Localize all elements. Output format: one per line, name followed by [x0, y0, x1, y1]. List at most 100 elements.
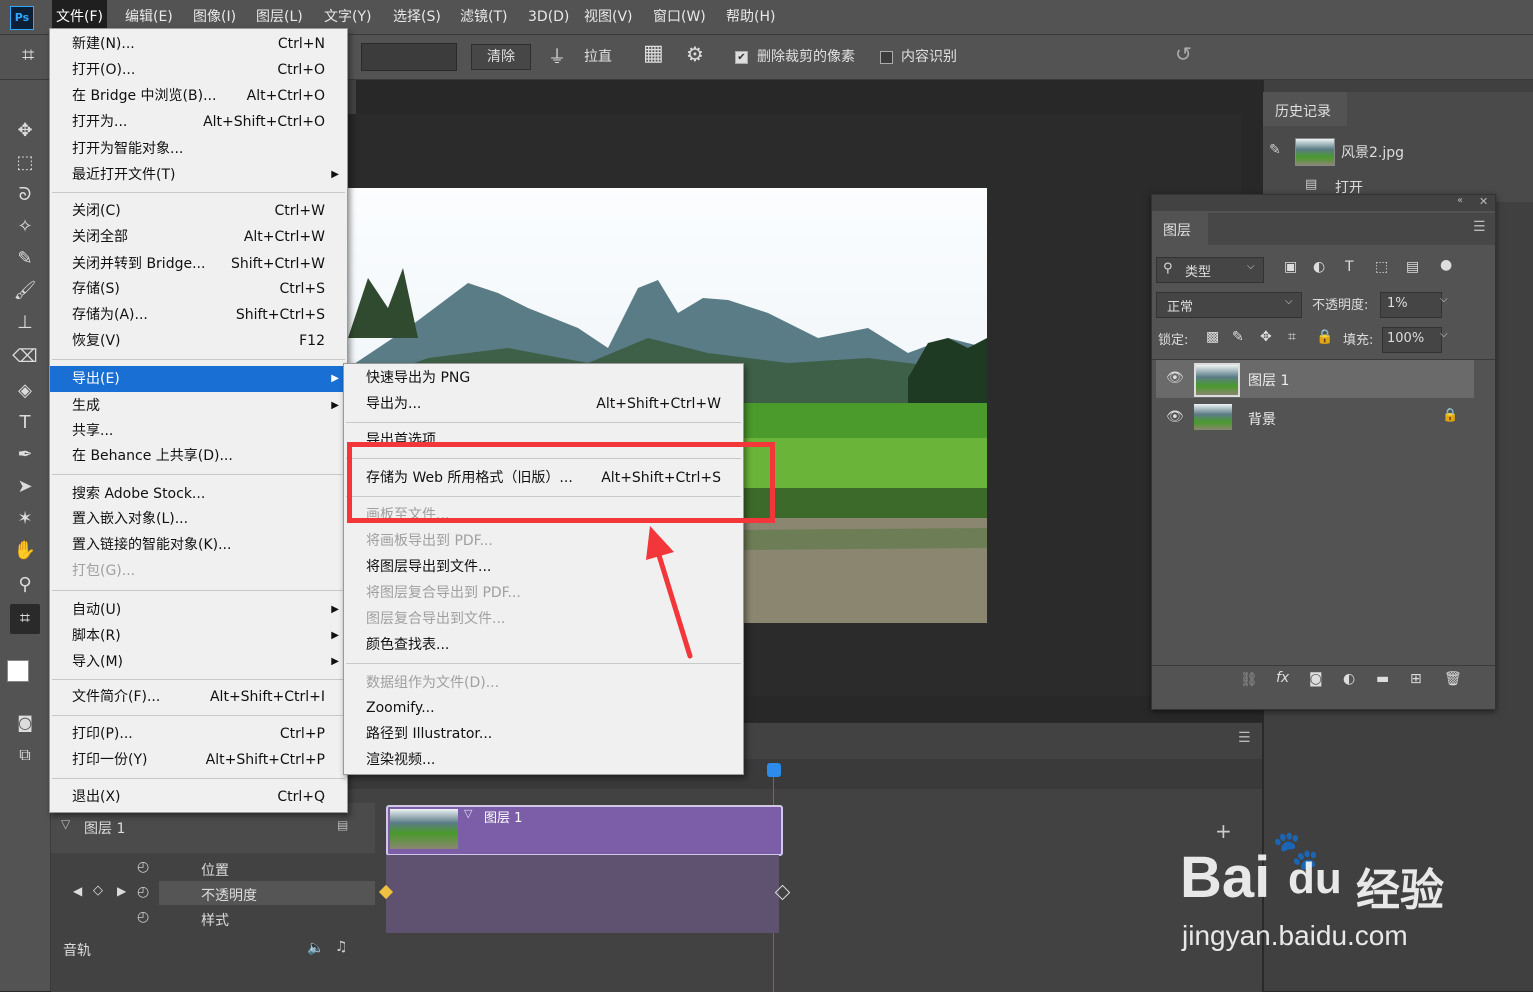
collapse-icon[interactable]: «	[1457, 195, 1463, 206]
menu-item-print-one[interactable]: 打印一份(Y) Alt+Shift+Ctrl+P	[50, 747, 347, 773]
mask-icon[interactable]: ◙	[1309, 671, 1323, 687]
visibility-eye-icon[interactable]: 👁	[1166, 370, 1184, 386]
menu-item-place-linked[interactable]: 置入链接的智能对象(K)...	[50, 532, 347, 558]
smart-object-filter-icon[interactable]: ▤	[1406, 259, 1419, 275]
opacity-field[interactable]: 1%	[1380, 292, 1442, 318]
layer-row-background[interactable]: 👁 背景 🔒	[1156, 399, 1474, 437]
next-keyframe-icon[interactable]: ▶	[117, 884, 126, 898]
type-tool-icon[interactable]: T	[10, 408, 40, 438]
menu-item-share[interactable]: 共享...	[50, 418, 347, 444]
history-brush-icon[interactable]: ✎	[1269, 142, 1281, 158]
screen-mode-icon[interactable]: ⧉	[10, 740, 40, 770]
quick-mask-icon[interactable]: ◙	[10, 708, 40, 738]
content-aware-checkbox[interactable]	[880, 51, 893, 64]
playhead-handle[interactable]	[767, 763, 781, 777]
menu-item-zoomify[interactable]: Zoomify...	[344, 695, 743, 721]
move-tool-icon[interactable]: ✥	[10, 116, 40, 146]
layers-panel-titlebar[interactable]: « ✕	[1152, 195, 1495, 211]
shape-filter-icon[interactable]: ⬚	[1375, 259, 1388, 275]
menu-item-save[interactable]: 存储(S) Ctrl+S	[50, 276, 347, 302]
menu-item-quick-export-png[interactable]: 快速导出为 PNG	[344, 365, 743, 391]
link-icon[interactable]: ⛓	[1240, 672, 1258, 688]
menu-item-scripts[interactable]: 脚本(R) ▶	[50, 623, 347, 649]
adjustment-filter-icon[interactable]: ◐	[1313, 259, 1325, 275]
fill-field[interactable]: 100%	[1382, 327, 1442, 353]
blend-mode-select[interactable]: 正常 ⌵	[1156, 292, 1302, 318]
brush-tool-icon[interactable]: 🖌	[10, 276, 40, 306]
visibility-eye-icon[interactable]: 👁	[1166, 409, 1184, 425]
path-select-icon[interactable]: ➤	[10, 472, 40, 502]
marquee-tool-icon[interactable]: ⬚	[10, 148, 40, 178]
folder-icon[interactable]: ▬	[1376, 671, 1389, 687]
grid-overlay-icon[interactable]: ▦	[643, 41, 664, 66]
chevron-down-icon[interactable]: ▽	[61, 817, 70, 831]
reset-icon[interactable]: ↺	[1175, 42, 1192, 66]
layer-row-layer1[interactable]: 👁 图层 1	[1156, 360, 1474, 398]
clear-button[interactable]: 清除	[471, 44, 531, 70]
speaker-icon[interactable]: 🔈	[307, 940, 324, 956]
delete-cropped-checkbox[interactable]: ✔	[735, 51, 748, 64]
close-icon[interactable]: ✕	[1479, 195, 1488, 208]
menu-item-exit[interactable]: 退出(X) Ctrl+Q	[50, 784, 347, 810]
layers-tab[interactable]: 图层	[1152, 213, 1209, 245]
panel-menu-icon[interactable]: ☰	[1473, 219, 1486, 235]
opacity-dropdown-icon[interactable]: ⌵	[1440, 294, 1448, 305]
lock-pixels-icon[interactable]: ✎	[1232, 329, 1244, 345]
menu-window[interactable]: 窗口(W)	[649, 0, 710, 34]
menu-item-print[interactable]: 打印(P)... Ctrl+P	[50, 721, 347, 747]
gear-icon[interactable]: ⚙	[686, 42, 704, 66]
pixel-filter-icon[interactable]: ▣	[1284, 259, 1297, 275]
new-layer-icon[interactable]: ⊞	[1410, 671, 1422, 687]
menu-filter[interactable]: 滤镜(T)	[456, 0, 511, 34]
zoom-tool-icon[interactable]: ⚲	[10, 570, 40, 600]
fill-tool-icon[interactable]: ◈	[10, 376, 40, 406]
menu-item-share-behance[interactable]: 在 Behance 上共享(D)...	[50, 443, 347, 469]
menu-select[interactable]: 选择(S)	[389, 0, 445, 34]
fill-dropdown-icon[interactable]: ⌵	[1440, 329, 1448, 340]
clip-chevron-icon[interactable]: ▽	[464, 807, 472, 820]
straighten-icon[interactable]: ⏚	[548, 43, 566, 69]
stopwatch-icon[interactable]: ◴	[137, 859, 149, 875]
filter-toggle-icon[interactable]: ●	[1440, 257, 1452, 273]
lock-all-icon[interactable]: 🔒	[1316, 329, 1333, 345]
menu-item-place-embedded[interactable]: 置入嵌入对象(L)...	[50, 506, 347, 532]
crop-tool-icon[interactable]: ⌗	[22, 43, 34, 68]
menu-item-render-video[interactable]: 渲染视频...	[344, 747, 743, 773]
stamp-tool-icon[interactable]: ⊥	[10, 308, 40, 338]
history-item-file[interactable]: 风景2.jpg	[1341, 142, 1404, 162]
timeline-menu-icon[interactable]: ☰	[1238, 730, 1251, 746]
keyframe-icon[interactable]: ◇	[93, 883, 103, 898]
lock-position-icon[interactable]: ✥	[1260, 329, 1272, 345]
menu-item-adobe-stock[interactable]: 搜索 Adobe Stock...	[50, 481, 347, 507]
menu-item-automate[interactable]: 自动(U) ▶	[50, 597, 347, 623]
crop-tool-selected-icon[interactable]: ⌗	[10, 604, 40, 634]
menu-item-export-as[interactable]: 导出为... Alt+Shift+Ctrl+W	[344, 391, 743, 417]
magic-wand-icon[interactable]: ✧	[10, 212, 40, 242]
layer-filter-select[interactable]: ⚲ 类型 ⌵	[1156, 257, 1264, 283]
hand-tool-icon[interactable]: ✋	[10, 536, 40, 566]
menu-item-open-as[interactable]: 打开为... Alt+Shift+Ctrl+O	[50, 109, 347, 135]
adjustment-layer-icon[interactable]: ◐	[1343, 671, 1355, 687]
menu-view[interactable]: 视图(V)	[580, 0, 637, 34]
menu-item-import[interactable]: 导入(M) ▶	[50, 649, 347, 675]
type-filter-icon[interactable]: T	[1345, 259, 1354, 275]
eyedropper-icon[interactable]: ✎	[10, 244, 40, 274]
pen-tool-icon[interactable]: ✒	[10, 440, 40, 470]
stopwatch-icon[interactable]: ◴	[137, 909, 149, 925]
straighten-label[interactable]: 拉直	[584, 46, 612, 66]
stopwatch-icon[interactable]: ◴	[137, 884, 149, 900]
trash-icon[interactable]: 🗑	[1444, 671, 1462, 687]
menu-item-file-info[interactable]: 文件简介(F)... Alt+Shift+Ctrl+I	[50, 684, 347, 710]
lock-icon[interactable]: 🔒	[1442, 408, 1458, 423]
video-clip[interactable]: ▽ 图层 1	[386, 805, 783, 856]
menu-item-export[interactable]: 导出(E) ▶	[50, 366, 347, 392]
menu-item-close-all[interactable]: 关闭全部 Alt+Ctrl+W	[50, 224, 347, 250]
fx-icon[interactable]: fx	[1276, 670, 1289, 686]
menu-item-browse-bridge[interactable]: 在 Bridge 中浏览(B)... Alt+Ctrl+O	[50, 83, 347, 109]
menu-item-open[interactable]: 打开(O)... Ctrl+O	[50, 57, 347, 83]
foreground-color-swatch[interactable]	[7, 660, 29, 682]
menu-help[interactable]: 帮助(H)	[722, 0, 779, 34]
lasso-tool-icon[interactable]: ᘐ	[10, 180, 40, 210]
prev-keyframe-icon[interactable]: ◀	[73, 884, 82, 898]
film-icon[interactable]: ▤	[337, 818, 348, 832]
